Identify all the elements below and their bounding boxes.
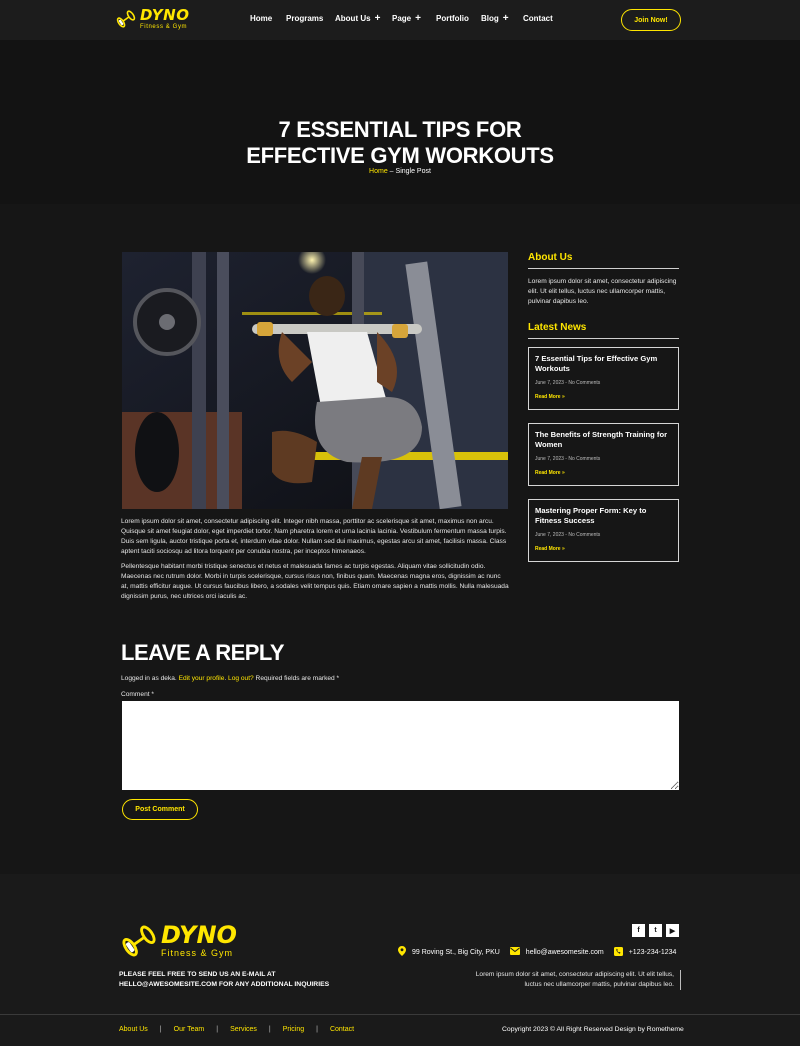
location-pin-icon xyxy=(398,946,406,958)
page-hero: 7 ESSENTIAL TIPS FOR EFFECTIVE GYM WORKO… xyxy=(0,40,800,204)
breadcrumb-home-link[interactable]: Home xyxy=(369,168,388,175)
page-title: 7 ESSENTIAL TIPS FOR EFFECTIVE GYM WORKO… xyxy=(0,117,800,169)
reply-heading: LEAVE A REPLY xyxy=(121,640,285,665)
post-paragraph-1: Lorem ipsum dolor sit amet, consectetur … xyxy=(121,518,507,555)
dumbbell-logo-icon xyxy=(121,923,157,959)
link-separator: | xyxy=(268,1026,271,1033)
post-paragraph-2: Pellentesque habitant morbi tristique se… xyxy=(121,563,509,600)
sidebar-divider xyxy=(528,268,679,269)
news-title[interactable]: Mastering Proper Form: Key to Fitness Su… xyxy=(535,506,672,526)
sidebar-news-title: Latest News xyxy=(528,322,587,333)
main-nav: Home Programs About Us + Page + Portfolio … xyxy=(250,12,553,24)
post-featured-image xyxy=(122,252,508,509)
contact-address-text: 99 Roving St., Big City, PKU xyxy=(412,948,500,956)
footer-link-our-team[interactable]: Our Team xyxy=(174,1026,205,1033)
join-now-button[interactable]: Join Now! xyxy=(621,9,681,31)
news-title[interactable]: The Benefits of Strength Training for Wo… xyxy=(535,430,672,450)
post-comment-button[interactable]: Post Comment xyxy=(122,799,198,820)
contact-phone[interactable]: +123-234-1234 xyxy=(613,946,677,958)
plus-icon: + xyxy=(502,12,509,24)
footer-logo-subtitle: Fitness & Gym xyxy=(161,948,234,958)
main-content: Lorem ipsum dolor sit amet, consectetur … xyxy=(0,204,800,874)
news-meta: June 7, 2023 - No Comments xyxy=(535,532,601,538)
news-card[interactable]: Mastering Proper Form: Key to Fitness Su… xyxy=(528,499,679,562)
footer-link-about-us[interactable]: About Us xyxy=(119,1026,148,1033)
nav-label: Blog xyxy=(481,14,499,23)
link-separator: | xyxy=(316,1026,318,1033)
footer-description: Lorem ipsum dolor sit amet, consectetur … xyxy=(475,971,674,988)
phone-icon xyxy=(613,946,623,958)
footer-contacts: 99 Roving St., Big City, PKU hello@aweso… xyxy=(398,946,686,958)
logo-title: DYNO xyxy=(140,6,190,24)
news-card[interactable]: 7 Essential Tips for Effective Gym Worko… xyxy=(528,347,679,410)
nav-label: Home xyxy=(250,14,273,23)
logo-subtitle: Fitness & Gym xyxy=(140,24,188,30)
footer-link-services[interactable]: Services xyxy=(230,1026,257,1033)
news-meta: June 7, 2023 - No Comments xyxy=(535,380,601,386)
copyright-text: Copyright 2023 © All Right Reserved Desi… xyxy=(502,1026,684,1033)
envelope-icon xyxy=(509,947,520,957)
news-card[interactable]: The Benefits of Strength Training for Wo… xyxy=(528,423,679,486)
logged-in-text: Logged in as deka. xyxy=(121,675,179,682)
logout-link[interactable]: Log out? xyxy=(228,675,254,682)
footer-logo[interactable]: DYNO Fitness & Gym xyxy=(121,923,237,959)
youtube-icon[interactable]: ▶ xyxy=(666,924,679,937)
breadcrumb: Home – Single Post xyxy=(0,168,800,175)
breadcrumb-separator: – xyxy=(387,168,396,175)
comment-textarea[interactable] xyxy=(122,701,679,790)
contact-email-text: hello@awesomesite.com xyxy=(525,948,604,956)
contact-phone-text: +123-234-1234 xyxy=(628,948,677,956)
nav-label: Programs xyxy=(286,14,324,23)
facebook-icon[interactable]: f xyxy=(632,924,645,937)
footer-link-pricing[interactable]: Pricing xyxy=(283,1026,304,1033)
contact-email[interactable]: hello@awesomesite.com xyxy=(509,947,604,957)
nav-label: About Us xyxy=(335,14,371,23)
nav-label: Contact xyxy=(523,14,553,23)
link-separator: | xyxy=(159,1026,162,1033)
nav-portfolio[interactable]: Portfolio xyxy=(436,14,481,23)
read-more-link[interactable]: Read More » xyxy=(535,546,672,552)
sidebar-divider xyxy=(528,338,679,339)
footer-note-line1: PLEASE FEEL FREE TO SEND US AN E-MAIL AT xyxy=(119,971,276,978)
logged-in-notice: Logged in as deka. Edit your profile. Lo… xyxy=(121,675,339,682)
news-meta: June 7, 2023 - No Comments xyxy=(535,456,601,462)
edit-profile-link[interactable]: Edit your profile xyxy=(179,675,225,682)
footer-logo-title: DYNO xyxy=(161,921,237,949)
comment-label: Comment * xyxy=(121,691,154,698)
read-more-link[interactable]: Read More » xyxy=(535,470,672,476)
footer-divider xyxy=(680,970,681,990)
site-footer: DYNO Fitness & Gym PLEASE FEEL FREE TO S… xyxy=(0,874,800,1046)
nav-contact[interactable]: Contact xyxy=(523,14,553,23)
nav-about-us[interactable]: About Us + xyxy=(335,12,392,24)
page-title-line1: 7 ESSENTIAL TIPS FOR xyxy=(278,117,522,142)
required-note: Required fields are marked * xyxy=(253,675,340,682)
dumbbell-logo-icon xyxy=(116,9,136,29)
contact-address: 99 Roving St., Big City, PKU xyxy=(398,946,500,958)
footer-link-contact[interactable]: Contact xyxy=(330,1026,354,1033)
site-header: DYNO Fitness & Gym Home Programs About U… xyxy=(0,0,800,40)
nav-label: Portfolio xyxy=(436,14,469,23)
plus-icon: + xyxy=(415,12,421,24)
nav-home[interactable]: Home xyxy=(250,14,286,23)
nav-blog[interactable]: Blog + xyxy=(481,12,523,24)
nav-programs[interactable]: Programs xyxy=(286,14,335,23)
nav-label: Page xyxy=(392,14,412,23)
breadcrumb-current: Single Post xyxy=(395,168,431,175)
read-more-link[interactable]: Read More » xyxy=(535,394,672,400)
site-logo[interactable]: DYNO Fitness & Gym xyxy=(116,8,189,30)
news-title[interactable]: 7 Essential Tips for Effective Gym Worko… xyxy=(535,354,672,374)
nav-page[interactable]: Page + xyxy=(392,12,436,24)
plus-icon: + xyxy=(374,12,381,24)
page-title-line2: EFFECTIVE GYM WORKOUTS xyxy=(246,143,554,168)
footer-separator xyxy=(0,1014,800,1015)
social-links: f t ▶ xyxy=(632,924,679,937)
footer-note-line2: HELLO@AWESOMESITE.COM FOR ANY ADDITIONAL… xyxy=(119,981,330,988)
sidebar-about-title: About Us xyxy=(528,252,573,263)
footer-email-note: PLEASE FEEL FREE TO SEND US AN E-MAIL AT… xyxy=(119,970,329,990)
twitter-icon[interactable]: t xyxy=(649,924,662,937)
link-separator: | xyxy=(216,1026,219,1033)
sidebar-about-text: Lorem ipsum dolor sit amet, consectetur … xyxy=(528,278,677,305)
footer-links: About Us | Our Team | Services | Pricing… xyxy=(119,1026,354,1033)
